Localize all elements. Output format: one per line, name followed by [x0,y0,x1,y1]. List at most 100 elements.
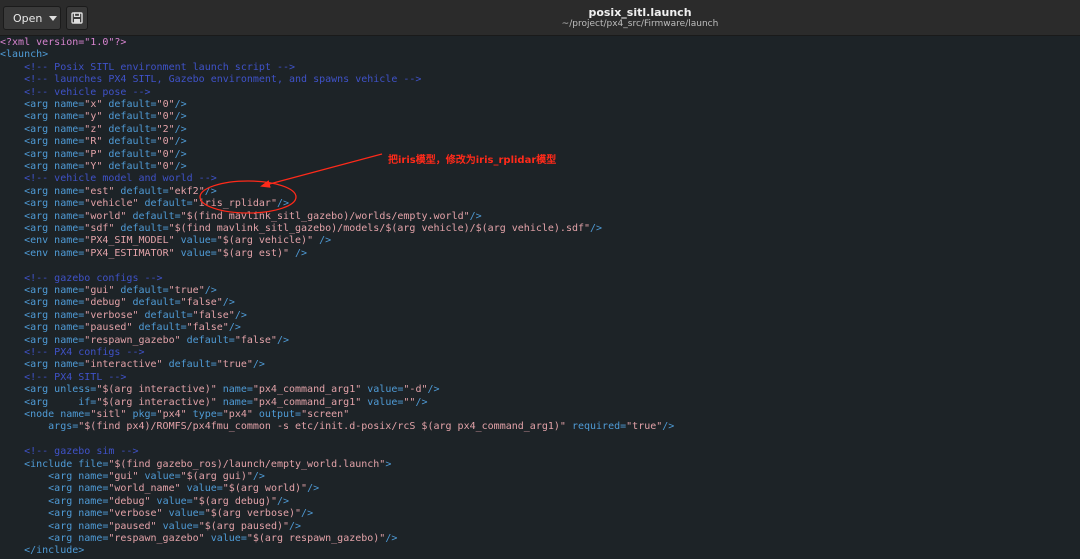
code-token: <arg name= [48,508,109,520]
code-token: /> [289,247,308,259]
code-token: "" [403,396,416,408]
code-token: <!-- PX4 configs --> [24,347,145,358]
code-line: <arg name="verbose" default="false"/> [24,310,247,322]
code-token: "sitl" [90,409,127,420]
code-line: <arg name="interactive" default="true"/> [24,359,265,371]
code-token: "2" [156,123,175,135]
code-token: default= [114,285,169,296]
code-line: <arg if="$(arg interactive)" name="px4_c… [24,397,427,409]
code-token: "sdf" [84,223,115,234]
code-token: <arg name= [48,520,109,532]
open-button-label: Open [13,11,43,25]
code-token: "y" [84,111,103,123]
code-token: <!-- PX4 SITL --> [24,371,127,383]
window-title-block: posix_sitl.launch ~/project/px4_src/Firm… [440,6,840,30]
code-token: /> [313,235,332,247]
code-token: /> [276,334,290,346]
code-token: "interactive" [84,359,163,371]
code-token: /> [222,297,235,309]
code-token: "$(arg paused)" [198,520,290,532]
code-token: value= [156,520,199,532]
code-line: <arg name="gui" default="true"/> [24,285,217,297]
code-token: <arg name= [24,148,85,160]
code-token: value= [138,471,181,482]
code-token: <!-- gazebo configs --> [24,272,163,284]
window-title: posix_sitl.launch [588,6,692,19]
code-line: <arg name="x" default="0"/> [24,99,187,111]
code-line: <arg name="paused" value="$(arg paused)"… [48,521,301,533]
code-line: <arg name="world" default="$(find mavlin… [24,211,482,223]
code-line: <!-- vehicle pose --> [24,87,150,99]
code-token: default= [138,198,193,210]
code-token: /> [301,508,314,520]
code-token: value= [361,384,404,396]
code-token: "0" [156,111,175,123]
code-token: /> [252,471,265,482]
code-line: <arg name="respawn_gazebo" value="$(arg … [48,533,397,545]
code-token: "$(arg verbose)" [204,508,302,520]
code-token: <arg name= [24,198,85,210]
code-token: "respawn_gazebo" [108,533,205,544]
code-token: /> [415,396,428,408]
header-bar: Open posix_sitl.launch ~/project/px4_src… [0,0,1080,36]
code-token: /> [174,161,187,172]
code-line: <arg name="world_name" value="$(arg worl… [48,483,319,495]
code-token: /> [174,111,187,123]
code-token: /> [276,495,290,507]
code-line: <arg name="P" default="0"/> [24,149,187,161]
code-token: args= [48,421,79,433]
code-token: value= [361,396,404,408]
code-token: "debug" [84,297,127,309]
code-token: "P" [84,148,103,160]
code-editor[interactable]: <?xml version="1.0"?> <launch> <!-- Posix … [0,36,1080,559]
code-token: default= [102,148,157,160]
code-token: required= [565,421,627,433]
code-token: /> [469,210,482,222]
code-token: /> [174,99,187,110]
code-token: </include> [24,545,85,557]
code-token: "gui" [84,285,115,296]
code-token: "paused" [84,322,133,334]
code-line: <arg name="paused" default="false"/> [24,322,241,334]
code-token: "px4" [156,409,187,420]
code-token: "0" [156,161,175,172]
code-token: "est" [84,185,115,197]
code-token: <arg name= [24,285,85,296]
code-line: <?xml version="1.0"?> [0,37,126,49]
code-token: default= [102,161,157,172]
code-token: default= [132,322,187,334]
code-token: <arg name= [24,210,85,222]
code-line: <arg name="Y" default="0"/> [24,161,187,173]
open-button[interactable]: Open [3,6,61,30]
code-token: "$(arg interactive)" [96,384,217,396]
code-token: value= [162,508,205,520]
code-line: <arg unless="$(arg interactive)" name="p… [24,384,439,396]
save-icon [71,12,83,24]
code-token: "false" [186,322,229,334]
code-token: "$(arg vehicle)" [216,235,314,247]
code-line: <arg name="vehicle" default="iris_rplida… [24,198,289,210]
code-line: <!-- PX4 configs --> [24,347,144,359]
code-token: <node name= [24,409,91,420]
code-token: default= [162,359,217,371]
code-token: "$(arg world)" [222,483,308,495]
chevron-down-icon [49,15,58,21]
code-token: "$(arg debug)" [192,495,277,507]
code-token: <arg name= [48,495,109,507]
save-button[interactable] [66,6,88,30]
code-token: /> [252,359,265,371]
code-token: "-d" [403,384,428,396]
code-line: <arg name="gui" value="$(arg gui)"/> [48,471,265,483]
window-subtitle: ~/project/px4_src/Firmware/launch [561,19,719,29]
code-token: <arg name= [24,297,85,309]
code-token: "R" [84,136,103,148]
code-token: "px4_command_arg1" [252,396,362,408]
code-token: "false" [180,297,223,309]
code-token: /> [427,384,440,396]
code-line: <!-- vehicle model and world --> [24,173,217,185]
annotation-text: 把iris模型，修改为iris_rplidar模型 [388,155,557,166]
code-line: <!-- gazebo configs --> [24,273,162,285]
code-token: value= [180,483,223,495]
code-token: "0" [156,99,175,110]
code-token: value= [174,247,217,259]
